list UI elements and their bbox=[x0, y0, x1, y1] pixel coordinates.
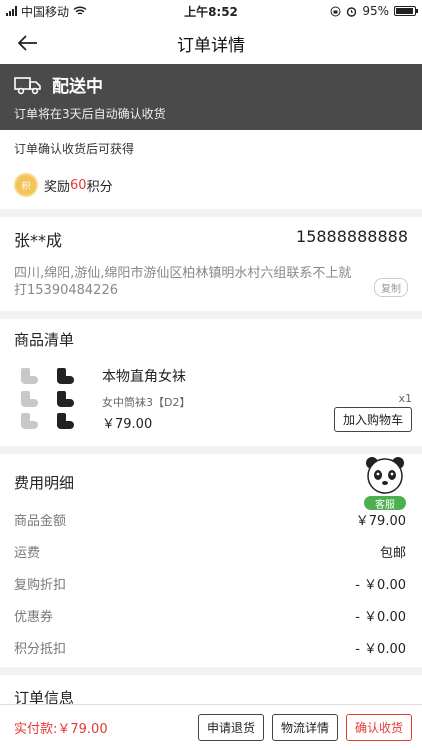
copy-address-button[interactable]: 复制 bbox=[374, 278, 408, 297]
confirm-receipt-button[interactable]: 确认收货 bbox=[345, 714, 412, 741]
fee-value: - ￥0.00 bbox=[355, 609, 406, 625]
alarm-icon bbox=[347, 6, 357, 17]
fee-value: - ￥0.00 bbox=[355, 577, 406, 593]
points-coin-icon: 积 bbox=[14, 173, 38, 197]
delivery-status-banner: 配送中 订单将在3天后自动确认收货 bbox=[0, 64, 422, 130]
recipient-name: 张**成 bbox=[14, 231, 63, 250]
status-left: 中国移动 bbox=[6, 3, 87, 20]
fee-label: 运费 bbox=[14, 545, 41, 561]
fee-row: 复购折扣 - ￥0.00 bbox=[0, 567, 422, 599]
battery-percent: 95% bbox=[362, 4, 389, 18]
product-price: ￥79.00 bbox=[102, 417, 153, 432]
add-to-cart-button[interactable]: 加入购物车 bbox=[333, 407, 412, 432]
fee-label: 积分抵扣 bbox=[14, 641, 67, 657]
wifi-icon bbox=[73, 6, 87, 15]
address-card: 张**成 15888888888 四川,绵阳,游仙,绵阳市游仙区柏林镇明水村六组… bbox=[0, 217, 422, 311]
fee-details-card: 费用明细 商品金额 ￥79.00 运费 包邮 复购折扣 - ￥0.00 优惠券 - ￥0… bbox=[0, 454, 422, 667]
points-suffix: 积分 bbox=[86, 179, 113, 195]
back-button[interactable] bbox=[14, 30, 42, 56]
points-reward: 积 奖励 60 积分 bbox=[14, 173, 408, 197]
goods-section-title: 商品清单 bbox=[14, 331, 75, 349]
points-hint: 订单确认收货后可获得 bbox=[14, 142, 135, 156]
points-prefix: 奖励 bbox=[44, 179, 71, 195]
fee-label: 复购折扣 bbox=[14, 577, 67, 593]
fee-label: 优惠券 bbox=[14, 609, 54, 625]
points-card: 订单确认收货后可获得 积 奖励 60 积分 bbox=[0, 130, 422, 209]
recipient-phone: 15888888888 bbox=[296, 227, 408, 246]
apply-refund-button[interactable]: 申请退货 bbox=[197, 714, 264, 741]
fee-section-title: 费用明细 bbox=[14, 474, 75, 492]
product-quantity: x1 bbox=[398, 392, 412, 405]
rotation-lock-icon bbox=[330, 6, 341, 16]
product-name: 本物直角女袜 bbox=[102, 369, 186, 385]
fee-row: 优惠券 - ￥0.00 bbox=[0, 599, 422, 631]
delivery-truck-icon bbox=[14, 76, 41, 94]
page-title: 订单详情 bbox=[177, 35, 245, 56]
nav-bar: 订单详情 bbox=[0, 22, 422, 64]
logistics-details-button[interactable]: 物流详情 bbox=[271, 714, 338, 741]
delivery-status-subtitle: 订单将在3天后自动确认收货 bbox=[14, 107, 166, 121]
fee-row: 积分抵扣 - ￥0.00 bbox=[0, 631, 422, 663]
total-paid: 实付款:￥79.00 bbox=[14, 722, 108, 737]
product-image bbox=[14, 364, 84, 436]
status-bar: 中国移动 上午8:52 95% bbox=[0, 0, 422, 22]
goods-item[interactable]: 本物直角女袜 女中筒袜3【D2】 x1 ￥79.00 加入购物车 bbox=[0, 360, 422, 446]
recipient-address: 四川,绵阳,游仙,绵阳市游仙区柏林镇明水村六组联系不上就打15390484226 bbox=[14, 266, 352, 298]
fee-row: 运费 包邮 bbox=[0, 535, 422, 567]
fee-value: - ￥0.00 bbox=[355, 641, 406, 657]
panda-service-icon bbox=[366, 457, 404, 494]
signal-icon bbox=[6, 6, 17, 16]
goods-card: 商品清单 本物直角女袜 女中筒袜3【D2】 x1 ￥79.00 加入购物车 bbox=[0, 319, 422, 446]
customer-service-label: 客服 bbox=[364, 496, 406, 511]
carrier-label: 中国移动 bbox=[21, 4, 70, 19]
customer-service-button[interactable]: 客服 bbox=[362, 454, 408, 511]
bottom-action-bar: 实付款:￥79.00 申请退货 物流详情 确认收货 bbox=[0, 704, 422, 750]
delivery-status-title: 配送中 bbox=[52, 77, 103, 97]
battery-icon bbox=[394, 6, 418, 16]
arrow-left-icon bbox=[18, 35, 37, 51]
fee-value: ￥79.00 bbox=[355, 513, 406, 529]
fee-row: 商品金额 ￥79.00 bbox=[0, 503, 422, 535]
points-amount: 60 bbox=[70, 177, 87, 193]
fee-label: 商品金额 bbox=[14, 513, 67, 529]
status-right: 95% bbox=[330, 4, 418, 18]
fee-value: 包邮 bbox=[379, 545, 406, 561]
